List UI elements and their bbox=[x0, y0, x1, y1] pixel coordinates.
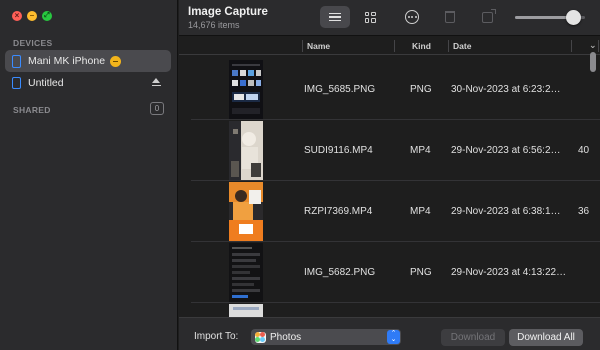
file-date: 29-Nov-2023 at 6:56:2… bbox=[451, 145, 561, 156]
iphone-icon bbox=[12, 54, 21, 68]
shared-count-badge: 0 bbox=[150, 102, 164, 115]
file-date: 30-Nov-2023 at 6:23:2… bbox=[451, 84, 561, 95]
sidebar-item-untitled[interactable]: Untitled bbox=[5, 72, 171, 94]
sort-descending-icon[interactable]: ⌄ bbox=[589, 40, 597, 51]
thumbnail-image bbox=[229, 60, 263, 119]
column-separator bbox=[571, 40, 572, 52]
window-title: Image Capture bbox=[188, 6, 268, 18]
file-kind: MP4 bbox=[410, 206, 431, 217]
eject-icon[interactable] bbox=[152, 78, 161, 88]
import-to-value: Photos bbox=[270, 331, 302, 343]
file-name: RZPI7369.MP4 bbox=[304, 206, 373, 217]
column-header-kind[interactable]: Kind bbox=[412, 41, 431, 51]
sidebar-item-iphone[interactable]: Mani MK iPhone bbox=[5, 50, 171, 72]
download-button[interactable]: Download bbox=[441, 329, 505, 346]
thumbnail-image bbox=[229, 121, 263, 180]
thumbnail-size-slider[interactable] bbox=[515, 10, 585, 25]
table-row[interactable] bbox=[191, 304, 600, 317]
more-options-icon bbox=[405, 10, 419, 24]
file-kind: PNG bbox=[410, 267, 432, 278]
file-size: 40 bbox=[578, 145, 590, 156]
file-name: IMG_5685.PNG bbox=[304, 84, 376, 95]
disk-icon bbox=[12, 77, 21, 89]
slider-knob[interactable] bbox=[565, 10, 581, 25]
sidebar: × – ⤢ DEVICES Mani MK iPhone Untitled SH… bbox=[0, 0, 178, 350]
list-view-icon bbox=[329, 12, 341, 22]
table-row[interactable]: IMG_5685.PNG PNG 30-Nov-2023 at 6:23:2… bbox=[191, 60, 600, 120]
window-controls: × – ⤢ bbox=[12, 11, 52, 21]
slider-fill bbox=[515, 16, 574, 19]
file-table: Name Kind Date ⌄ IMG_5685.PNG PNG 30-Nov… bbox=[179, 37, 600, 317]
table-row[interactable]: RZPI7369.MP4 MP4 29-Nov-2023 at 6:38:1… … bbox=[191, 182, 600, 242]
scrollbar[interactable] bbox=[590, 52, 596, 72]
shared-section-label: SHARED bbox=[13, 105, 51, 115]
rotate-icon bbox=[481, 8, 496, 23]
file-size: 36 bbox=[578, 206, 590, 217]
file-date: 29-Nov-2023 at 6:38:1… bbox=[451, 206, 561, 217]
file-date: 29-Nov-2023 at 4:13:22… bbox=[451, 267, 567, 278]
import-to-select[interactable]: Photos ⌃ ⌄ bbox=[251, 329, 401, 345]
file-name: IMG_5682.PNG bbox=[304, 267, 376, 278]
delete-button[interactable] bbox=[440, 6, 460, 28]
zoom-button[interactable]: ⤢ bbox=[42, 11, 52, 21]
thumbnail-image bbox=[229, 304, 263, 317]
busy-icon bbox=[110, 55, 122, 67]
item-count: 14,676 items bbox=[188, 20, 240, 30]
thumbnail-image bbox=[229, 243, 263, 302]
thumbnail-image bbox=[229, 182, 263, 241]
import-to-label: Import To: bbox=[194, 331, 239, 342]
file-kind: MP4 bbox=[410, 145, 431, 156]
chevron-up-down-icon: ⌃ ⌄ bbox=[387, 330, 400, 344]
sidebar-item-label: Mani MK iPhone bbox=[28, 55, 106, 67]
grid-view-button[interactable] bbox=[359, 6, 381, 28]
table-header: Name Kind Date ⌄ bbox=[179, 37, 600, 55]
column-separator bbox=[302, 40, 303, 52]
table-row[interactable]: IMG_5682.PNG PNG 29-Nov-2023 at 4:13:22… bbox=[191, 243, 600, 303]
file-kind: PNG bbox=[410, 84, 432, 95]
column-separator bbox=[394, 40, 395, 52]
close-icon: × bbox=[14, 11, 20, 20]
file-name: SUDI9116.MP4 bbox=[304, 145, 373, 156]
sidebar-item-label: Untitled bbox=[28, 77, 64, 89]
trash-icon bbox=[445, 11, 455, 23]
column-header-date[interactable]: Date bbox=[453, 41, 471, 51]
table-row[interactable]: SUDI9116.MP4 MP4 29-Nov-2023 at 6:56:2… … bbox=[191, 121, 600, 181]
column-separator bbox=[598, 40, 599, 52]
download-all-button[interactable]: Download All bbox=[509, 329, 583, 346]
devices-section-label: DEVICES bbox=[13, 38, 53, 48]
list-view-button[interactable] bbox=[320, 6, 350, 28]
image-capture-window: × – ⤢ DEVICES Mani MK iPhone Untitled SH… bbox=[0, 0, 600, 350]
minimize-button[interactable]: – bbox=[27, 11, 37, 21]
grid-view-icon bbox=[364, 11, 376, 23]
footer: Import To: Photos ⌃ ⌄ Download Download A… bbox=[179, 317, 600, 350]
toolbar: Image Capture 14,676 items bbox=[179, 0, 600, 36]
close-button[interactable]: × bbox=[12, 11, 22, 21]
minimize-icon: – bbox=[29, 11, 35, 20]
column-header-name[interactable]: Name bbox=[307, 41, 330, 51]
photos-app-icon bbox=[255, 331, 266, 343]
more-options-button[interactable] bbox=[401, 6, 423, 28]
zoom-icon: ⤢ bbox=[44, 12, 50, 19]
rotate-button[interactable] bbox=[477, 6, 497, 28]
column-separator bbox=[448, 40, 449, 52]
